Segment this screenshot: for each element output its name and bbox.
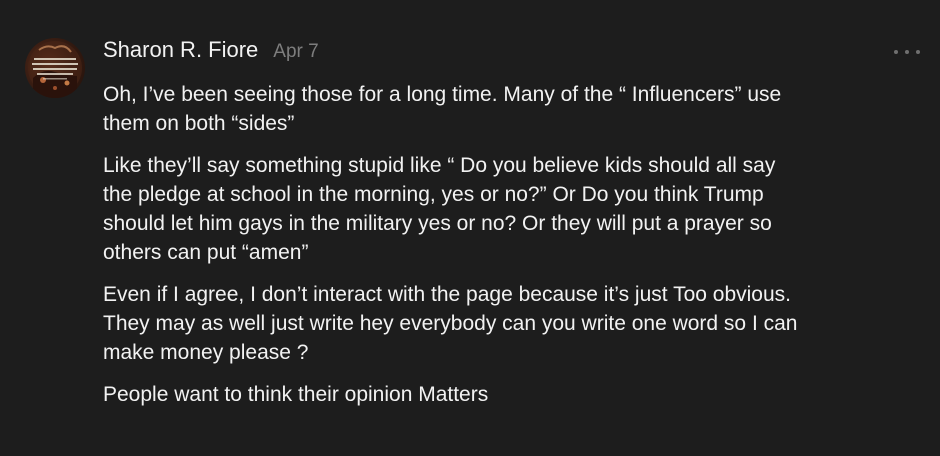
avatar[interactable]	[25, 38, 85, 98]
ellipsis-icon[interactable]	[894, 44, 920, 60]
comment-paragraph: Oh, I’ve been seeing those for a long ti…	[103, 83, 782, 135]
comment-date[interactable]: Apr 7	[273, 41, 318, 63]
comment-paragraph: People want to think their opinion Matte…	[103, 383, 489, 406]
more-dot	[894, 50, 898, 54]
comment: Sharon R. Fiore Apr 7 Oh, I’ve been seei…	[0, 0, 940, 456]
avatar-image	[28, 41, 82, 98]
comment-paragraph: Like they’ll say something stupid like “…	[103, 154, 776, 264]
more-dot	[905, 50, 909, 54]
comment-body: Oh, I’ve been seeing those for a long ti…	[103, 80, 923, 422]
comment-paragraph: Even if I agree, I don’t interact with t…	[103, 283, 798, 364]
author-name[interactable]: Sharon R. Fiore	[103, 37, 258, 63]
comment-header: Sharon R. Fiore Apr 7	[103, 37, 319, 69]
more-dot	[916, 50, 920, 54]
